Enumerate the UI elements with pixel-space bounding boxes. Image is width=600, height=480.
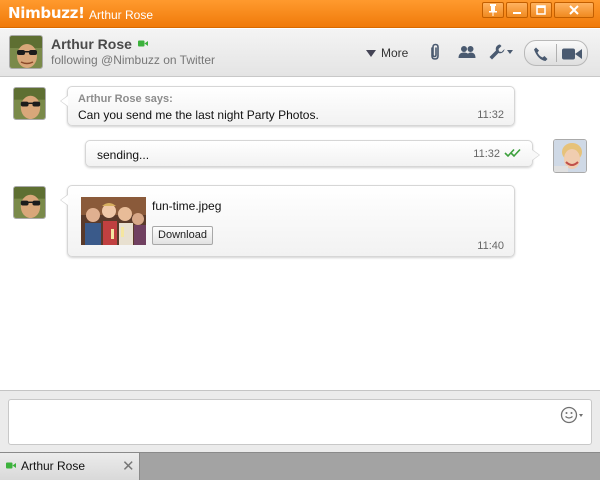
- window-controls: [480, 2, 594, 18]
- delivered-check-icon: [504, 148, 521, 158]
- contact-name: Arthur Rose: [51, 36, 132, 52]
- pin-icon: [489, 4, 497, 16]
- smiley-icon: [560, 406, 583, 424]
- message-text: Can you send me the last night Party Pho…: [78, 108, 319, 122]
- message-time: 11:40: [477, 240, 504, 252]
- close-tab-icon[interactable]: ✕: [122, 457, 135, 475]
- chat-header: Arthur Rose following @Nimbuzz on Twitte…: [0, 29, 600, 77]
- video-status-icon: [138, 40, 148, 47]
- message-bubble-own: sending... 11:32: [85, 140, 540, 167]
- phone-icon[interactable]: [533, 46, 549, 62]
- file-message-bubble: fun-time.jpeg Download 11:40: [60, 185, 515, 257]
- own-avatar: [553, 139, 587, 173]
- tab-label: Arthur Rose: [21, 459, 86, 473]
- file-name: fun-time.jpeg: [152, 199, 222, 213]
- contact-status: following @Nimbuzz on Twitter: [51, 53, 216, 67]
- close-button[interactable]: [554, 2, 594, 18]
- video-call-icon[interactable]: [562, 48, 582, 60]
- message-input[interactable]: [8, 399, 592, 445]
- conversation-area[interactable]: Arthur Rose says: Can you send me the la…: [0, 78, 600, 390]
- call-controls: [524, 40, 588, 66]
- message-text: sending...: [97, 148, 150, 162]
- triangle-down-icon: [366, 49, 376, 57]
- more-label: More: [381, 46, 409, 60]
- sender-avatar: [13, 87, 46, 120]
- more-button[interactable]: More: [366, 46, 408, 60]
- divider: [556, 44, 557, 62]
- settings-menu-button[interactable]: [488, 43, 516, 61]
- message-sender: Arthur Rose says:: [78, 93, 173, 105]
- download-button[interactable]: Download: [152, 226, 213, 245]
- tab-arthur-rose[interactable]: Arthur Rose ✕: [0, 453, 140, 480]
- contact-avatar[interactable]: [9, 35, 43, 69]
- maximize-button[interactable]: [530, 2, 552, 18]
- tab-bar: Arthur Rose ✕: [0, 452, 600, 480]
- minimize-button[interactable]: [506, 2, 528, 18]
- sender-avatar: [13, 186, 46, 219]
- title-bar: Nimbuzz! Arthur Rose: [0, 0, 600, 28]
- pin-button[interactable]: [482, 2, 504, 18]
- message-time: 11:32: [473, 148, 500, 160]
- emoji-button[interactable]: [560, 406, 590, 427]
- wrench-icon: [489, 44, 505, 60]
- message-time: 11:32: [477, 109, 504, 121]
- compose-area: [0, 390, 600, 452]
- chevron-down-icon: [507, 50, 513, 54]
- contacts-icon[interactable]: [458, 45, 476, 59]
- minimize-icon: [513, 12, 521, 14]
- app-logo: Nimbuzz!: [8, 4, 85, 22]
- window-title: Arthur Rose: [89, 8, 154, 22]
- video-status-icon: [6, 462, 16, 469]
- maximize-icon: [536, 5, 546, 15]
- message-bubble: Arthur Rose says: Can you send me the la…: [60, 86, 515, 126]
- close-icon: [569, 5, 579, 15]
- attach-icon[interactable]: [428, 43, 442, 61]
- file-thumbnail[interactable]: [81, 197, 146, 245]
